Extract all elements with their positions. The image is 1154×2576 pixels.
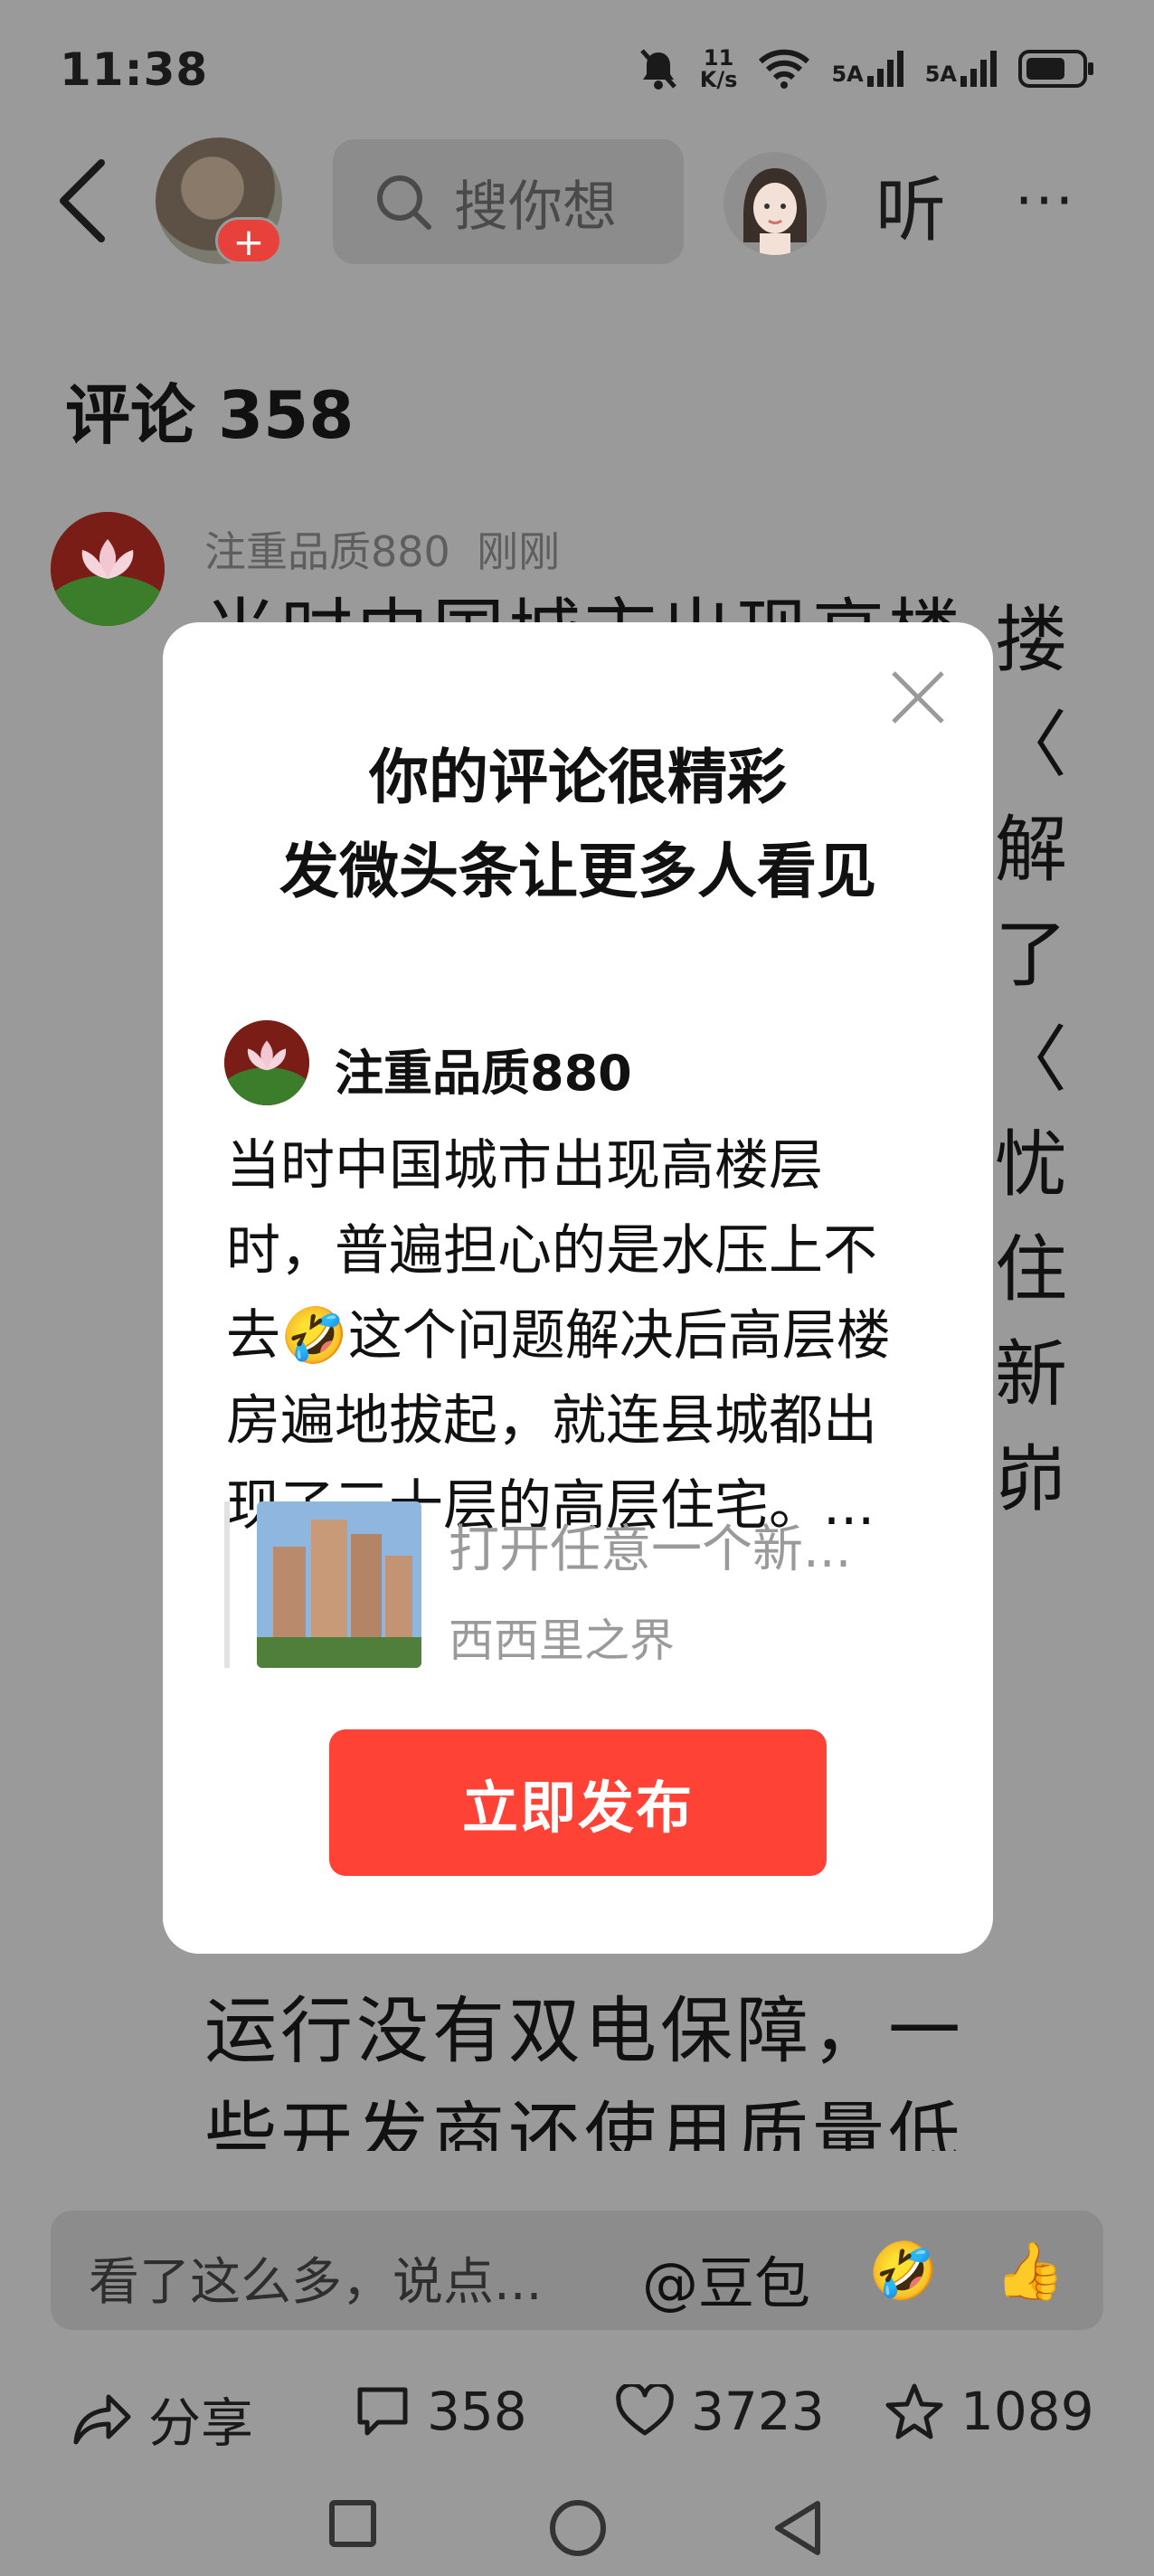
comments-title: 评论 358 <box>65 377 355 453</box>
preview-line-rest: 这个问题解决后高层楼 <box>347 1304 891 1368</box>
comment-body: 运行没有双电保障，一 些开发商还使用质量低 <box>204 1979 1036 2151</box>
doubao-avatar[interactable] <box>724 152 827 255</box>
peek-char: 新 <box>995 1332 1067 1416</box>
comment-avatar[interactable] <box>51 512 165 626</box>
quote-divider <box>224 1501 230 1668</box>
preview-text: 当时中国城市出现高楼层 时，普遍担心的是水压上不 去🤣这个问题解决后高层楼 房遍… <box>226 1123 932 1548</box>
peek-char: 解 <box>995 808 1067 892</box>
nav-back-button[interactable] <box>771 2498 825 2558</box>
recents-button[interactable] <box>329 2500 376 2547</box>
comment-icon <box>357 2387 408 2436</box>
comment-line: 运行没有双电保障，一 <box>204 1989 964 2073</box>
peek-char: 了 <box>995 913 1067 997</box>
wifi-icon <box>759 49 810 89</box>
signal-bars-icon <box>960 51 997 87</box>
preview-avatar <box>224 1020 309 1105</box>
peek-char: 峁 <box>995 1437 1067 1521</box>
comment-username[interactable]: 注重品质880 <box>204 527 450 576</box>
comment-line: 些开发商还使用质量低 <box>204 2094 964 2151</box>
search-placeholder: 搜你想 <box>454 175 617 239</box>
follow-button[interactable]: + <box>215 217 282 264</box>
article-title: 打开任意一个新... <box>449 1520 852 1579</box>
comment-placeholder: 看了这么多，说点... <box>89 2253 543 2312</box>
doubao-face-icon <box>743 168 807 255</box>
dialog-title-line2: 发微头条让更多人看见 <box>279 837 876 906</box>
signal-bars-icon <box>866 51 903 87</box>
more-button[interactable]: ··· <box>1015 168 1075 235</box>
peek-char: 住 <box>995 1227 1067 1312</box>
peek-char: 〈 <box>995 703 1067 787</box>
laugh-emoji-icon: 🤣 <box>280 1304 348 1368</box>
signal2-label: 5A <box>924 62 957 87</box>
like-button[interactable]: 3723 <box>615 2381 825 2442</box>
comment-peek-column: 搂 〈 解 了 〈 忧 住 新 峁 <box>995 588 1067 1532</box>
preview-line: 时，普遍担心的是水压上不 <box>226 1219 877 1283</box>
favorite-button[interactable]: 1089 <box>884 2381 1094 2442</box>
status-icons: 11 K/s 5A 5A <box>638 47 1094 90</box>
close-icon[interactable] <box>886 666 950 729</box>
preview-line: 房遍地拔起，就连县城都出 <box>226 1389 877 1453</box>
comment-meta: 注重品质880 刚刚 <box>204 519 560 579</box>
buildings-image <box>257 1501 421 1668</box>
share-button[interactable]: 分享 <box>72 2381 253 2457</box>
signal-icon: 5A <box>925 51 997 87</box>
article-source: 西西里之界 <box>449 1615 675 1667</box>
star-icon <box>885 2383 943 2439</box>
preview-username: 注重品质880 <box>335 1045 632 1102</box>
share-label: 分享 <box>148 2392 254 2454</box>
search-icon <box>377 175 431 230</box>
signal-icon: 5A <box>831 51 903 87</box>
net-speed-unit: K/s <box>699 67 738 92</box>
mute-icon <box>639 49 676 90</box>
status-time: 11:38 <box>60 43 209 96</box>
lotus-avatar-icon <box>51 512 165 626</box>
peek-char: 忧 <box>995 1122 1067 1207</box>
preview-line: 当时中国城市出现高楼层 <box>226 1134 823 1198</box>
preview-line-start: 去 <box>226 1304 280 1368</box>
net-speed-value: 11 <box>703 45 734 71</box>
preview-line: 去🤣这个问题解决后高层楼 <box>226 1293 932 1378</box>
back-button[interactable] <box>51 156 114 246</box>
home-button[interactable] <box>550 2500 606 2556</box>
favorites-count: 1089 <box>960 2381 1094 2442</box>
publish-button[interactable]: 立即发布 <box>329 1729 827 1876</box>
laugh-emoji-button[interactable]: 🤣 <box>868 2238 938 2305</box>
comments-count: 358 <box>427 2381 527 2442</box>
lotus-avatar-icon <box>224 1020 309 1105</box>
signal1-label: 5A <box>831 62 864 87</box>
comment-line-clipped: 当时中国城市出现高楼 <box>204 588 1018 622</box>
thumb-emoji-button[interactable]: 👍 <box>995 2238 1064 2305</box>
net-speed: 11 K/s <box>700 47 738 90</box>
comment-time: 刚刚 <box>477 527 561 576</box>
comments-button[interactable]: 358 <box>355 2381 527 2442</box>
mention-doubao-button[interactable]: @豆包 <box>642 2238 810 2319</box>
peek-char: 〈 <box>995 1018 1067 1102</box>
search-input[interactable]: 搜你想 <box>333 139 684 264</box>
likes-count: 3723 <box>691 2381 825 2442</box>
dialog-title: 你的评论很精彩 发微头条让更多人看见 <box>163 731 993 919</box>
heart-icon <box>616 2384 674 2436</box>
article-thumbnail <box>257 1501 421 1668</box>
share-icon <box>73 2394 131 2445</box>
dialog-title-line1: 你的评论很精彩 <box>369 743 787 812</box>
listen-button[interactable]: 听 <box>875 154 946 255</box>
battery-icon <box>1018 50 1093 88</box>
